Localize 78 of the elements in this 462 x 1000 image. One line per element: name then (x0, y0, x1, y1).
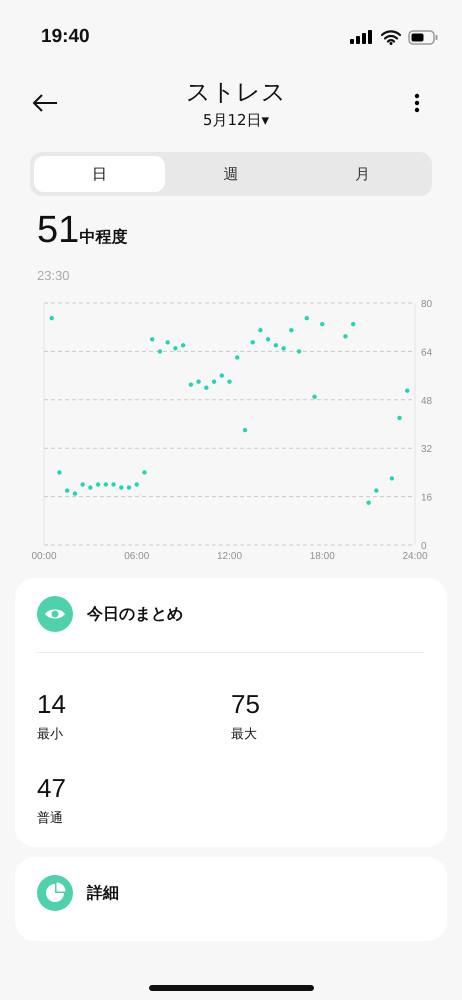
data-point (212, 379, 216, 384)
y-axis-label: 16 (421, 492, 432, 504)
data-point (204, 386, 208, 390)
data-point (281, 346, 286, 351)
data-point (390, 476, 394, 481)
data-point (88, 485, 93, 490)
data-point (165, 340, 170, 345)
data-point (96, 482, 100, 487)
summary-title: 今日のまとめ (87, 604, 183, 624)
data-point (397, 416, 402, 420)
data-point (158, 349, 162, 354)
battery-icon (408, 30, 438, 44)
x-axis-label: 18:00 (310, 551, 335, 560)
data-point (343, 334, 348, 338)
data-point (119, 485, 124, 490)
y-axis-label: 64 (421, 347, 432, 358)
data-point (350, 322, 356, 326)
y-axis-label: 32 (421, 444, 432, 456)
data-point (50, 316, 54, 320)
x-axis-label: 24:00 (402, 551, 428, 560)
page-title: ストレス (186, 77, 286, 108)
data-point (258, 328, 263, 332)
data-point (126, 485, 132, 490)
data-point (366, 500, 371, 505)
data-point (296, 349, 302, 354)
data-point (250, 340, 255, 345)
data-point (235, 355, 240, 360)
data-point (405, 388, 410, 393)
data-point (142, 470, 147, 475)
data-point (374, 488, 379, 493)
data-point (57, 470, 62, 475)
data-point (220, 373, 224, 378)
stat-value: 14 (37, 689, 67, 719)
x-axis-label: 06:00 (124, 551, 150, 560)
period-tab[interactable]: 月 (296, 156, 428, 192)
period-tab[interactable]: 日 (34, 156, 166, 192)
data-point (72, 491, 78, 496)
data-point (312, 394, 317, 399)
data-point (104, 482, 108, 487)
pie-chart-icon (37, 875, 73, 911)
y-axis-label: 0 (421, 541, 427, 552)
data-point (180, 343, 186, 348)
stress-level: 中程度 (79, 227, 128, 248)
data-point (196, 379, 201, 384)
eye-icon (37, 596, 73, 632)
data-point (111, 482, 116, 487)
back-arrow-icon[interactable] (32, 93, 58, 113)
status-time: 19:40 (41, 26, 90, 48)
data-point (274, 343, 278, 348)
y-axis-label: 48 (421, 396, 432, 407)
wifi-icon (381, 30, 401, 44)
details-title: 詳細 (87, 882, 119, 904)
data-point (134, 482, 139, 487)
y-axis-label: 80 (421, 299, 432, 310)
data-point (150, 337, 154, 342)
data-point (80, 482, 85, 487)
stress-value: 51 (37, 208, 80, 252)
stat-label: 最小 (37, 726, 64, 743)
stat-value: 75 (231, 689, 261, 719)
data-point (242, 428, 248, 432)
signal-icon (350, 30, 374, 44)
date-picker[interactable]: 5月12日▾ (202, 111, 270, 130)
x-axis-label: 12:00 (216, 551, 242, 560)
data-point (266, 337, 270, 342)
data-point (188, 382, 194, 387)
data-point (65, 488, 70, 493)
stat-label: 最大 (231, 726, 258, 743)
period-tab[interactable]: 週 (165, 156, 297, 192)
data-point (320, 322, 324, 326)
x-axis-label: 00:00 (31, 551, 57, 560)
more-icon[interactable] (414, 93, 420, 113)
reading-time: 23:30 (36, 267, 71, 283)
data-point (289, 328, 294, 332)
stat-value: 47 (37, 773, 67, 803)
data-point (227, 379, 232, 384)
data-point (173, 346, 178, 351)
data-point (304, 316, 309, 320)
stat-label: 普通 (37, 810, 64, 827)
